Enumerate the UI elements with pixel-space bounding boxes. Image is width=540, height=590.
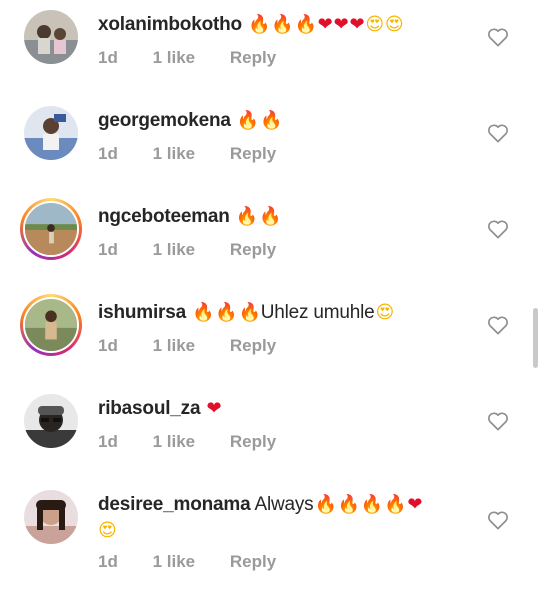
reply-button[interactable]: Reply (230, 336, 276, 356)
comment-line: xolanimbokotho 🔥🔥🔥❤❤❤😍😍 (98, 12, 478, 38)
comment-item: ishumirsa 🔥🔥🔥Uhlez umuhle😍 1d 1 like Rep… (0, 288, 540, 384)
fire-emoji: 🔥 (236, 110, 260, 131)
fire-emoji: 🔥 (238, 302, 261, 323)
comment-age: 1d (98, 432, 118, 451)
heart-emoji: ❤ (206, 398, 222, 419)
comment-line: desiree_monama Always🔥🔥🔥🔥❤ 😍 (98, 492, 468, 544)
story-ring-avatar[interactable] (20, 294, 82, 356)
comment-meta: 1d 1 like Reply (98, 144, 306, 164)
comment-meta: 1d 1 like Reply (98, 48, 306, 68)
username-link[interactable]: ishumirsa (98, 302, 186, 323)
fire-emoji: 🔥 (271, 14, 294, 35)
heart-icon[interactable] (487, 315, 509, 335)
avatar[interactable] (24, 394, 78, 448)
fire-emoji: 🔥 (337, 494, 360, 515)
fire-emoji: 🔥 (192, 302, 215, 323)
comment-line: ishumirsa 🔥🔥🔥Uhlez umuhle😍 (98, 300, 478, 326)
comment-item: xolanimbokotho 🔥🔥🔥❤❤❤😍😍 1d 1 like Reply (0, 0, 540, 96)
heart-eyes-emoji: 😍 (365, 14, 384, 35)
likes-count[interactable]: 1 like (153, 144, 196, 164)
comment-item: ngceboteeman 🔥🔥 1d 1 like Reply (0, 192, 540, 288)
avatar[interactable] (24, 10, 78, 64)
fire-emoji: 🔥 (259, 206, 282, 227)
reply-button[interactable]: Reply (230, 552, 276, 572)
comment-age: 1d (98, 336, 118, 355)
comment-line: ngceboteeman 🔥🔥 (98, 204, 478, 230)
heart-eyes-emoji: 😍 (375, 302, 395, 323)
fire-emoji: 🔥 (360, 494, 384, 515)
likes-count[interactable]: 1 like (153, 552, 196, 572)
comment-meta: 1d 1 like Reply (98, 552, 306, 572)
likes-count[interactable]: 1 like (153, 240, 196, 260)
fire-emoji: 🔥 (260, 110, 283, 131)
comment-line: ribasoul_za ❤ (98, 396, 478, 422)
username-link[interactable]: georgemokena (98, 110, 231, 131)
heart-icon[interactable] (487, 27, 509, 47)
heart-emoji: ❤ (407, 494, 423, 515)
fire-emoji: 🔥 (215, 302, 238, 323)
comment-age: 1d (98, 144, 118, 163)
heart-icon[interactable] (487, 510, 509, 530)
avatar[interactable] (24, 106, 78, 160)
comment-item: georgemokena 🔥🔥 1d 1 like Reply (0, 96, 540, 192)
comment-item: desiree_monama Always🔥🔥🔥🔥❤ 😍 1d 1 like Re… (0, 480, 540, 590)
heart-emoji: ❤ (349, 14, 365, 35)
comment-meta: 1d 1 like Reply (98, 432, 306, 452)
fire-emoji: 🔥 (384, 494, 407, 515)
comment-age: 1d (98, 48, 118, 67)
avatar[interactable] (24, 490, 78, 544)
fire-emoji: 🔥 (248, 14, 271, 35)
fire-emoji: 🔥 (294, 14, 317, 35)
reply-button[interactable]: Reply (230, 240, 276, 260)
likes-count[interactable]: 1 like (153, 336, 196, 356)
comment-age: 1d (98, 552, 118, 571)
comment-meta: 1d 1 like Reply (98, 336, 306, 356)
username-link[interactable]: desiree_monama (98, 494, 251, 515)
heart-icon[interactable] (487, 123, 509, 143)
heart-emoji: ❤ (333, 14, 349, 35)
heart-icon[interactable] (487, 411, 509, 431)
reply-button[interactable]: Reply (230, 432, 276, 452)
comment-item: ribasoul_za ❤ 1d 1 like Reply (0, 384, 540, 480)
fire-emoji: 🔥 (235, 206, 258, 227)
likes-count[interactable]: 1 like (153, 432, 196, 452)
story-ring-avatar[interactable] (20, 198, 82, 260)
heart-emoji: ❤ (317, 14, 333, 35)
heart-eyes-emoji: 😍 (384, 14, 404, 35)
username-link[interactable]: ribasoul_za (98, 398, 201, 419)
username-link[interactable]: ngceboteeman (98, 206, 230, 227)
comment-line: georgemokena 🔥🔥 (98, 108, 478, 134)
fire-emoji: 🔥 (314, 494, 337, 515)
heart-icon[interactable] (487, 219, 509, 239)
likes-count[interactable]: 1 like (153, 48, 196, 68)
heart-eyes-emoji: 😍 (98, 520, 117, 541)
comment-meta: 1d 1 like Reply (98, 240, 306, 260)
username-link[interactable]: xolanimbokotho (98, 14, 242, 35)
comment-age: 1d (98, 240, 118, 259)
scrollbar[interactable] (533, 308, 538, 368)
comment-text: Uhlez umuhle (260, 302, 375, 323)
reply-button[interactable]: Reply (230, 144, 276, 164)
comment-text: Always (254, 494, 314, 515)
reply-button[interactable]: Reply (230, 48, 276, 68)
